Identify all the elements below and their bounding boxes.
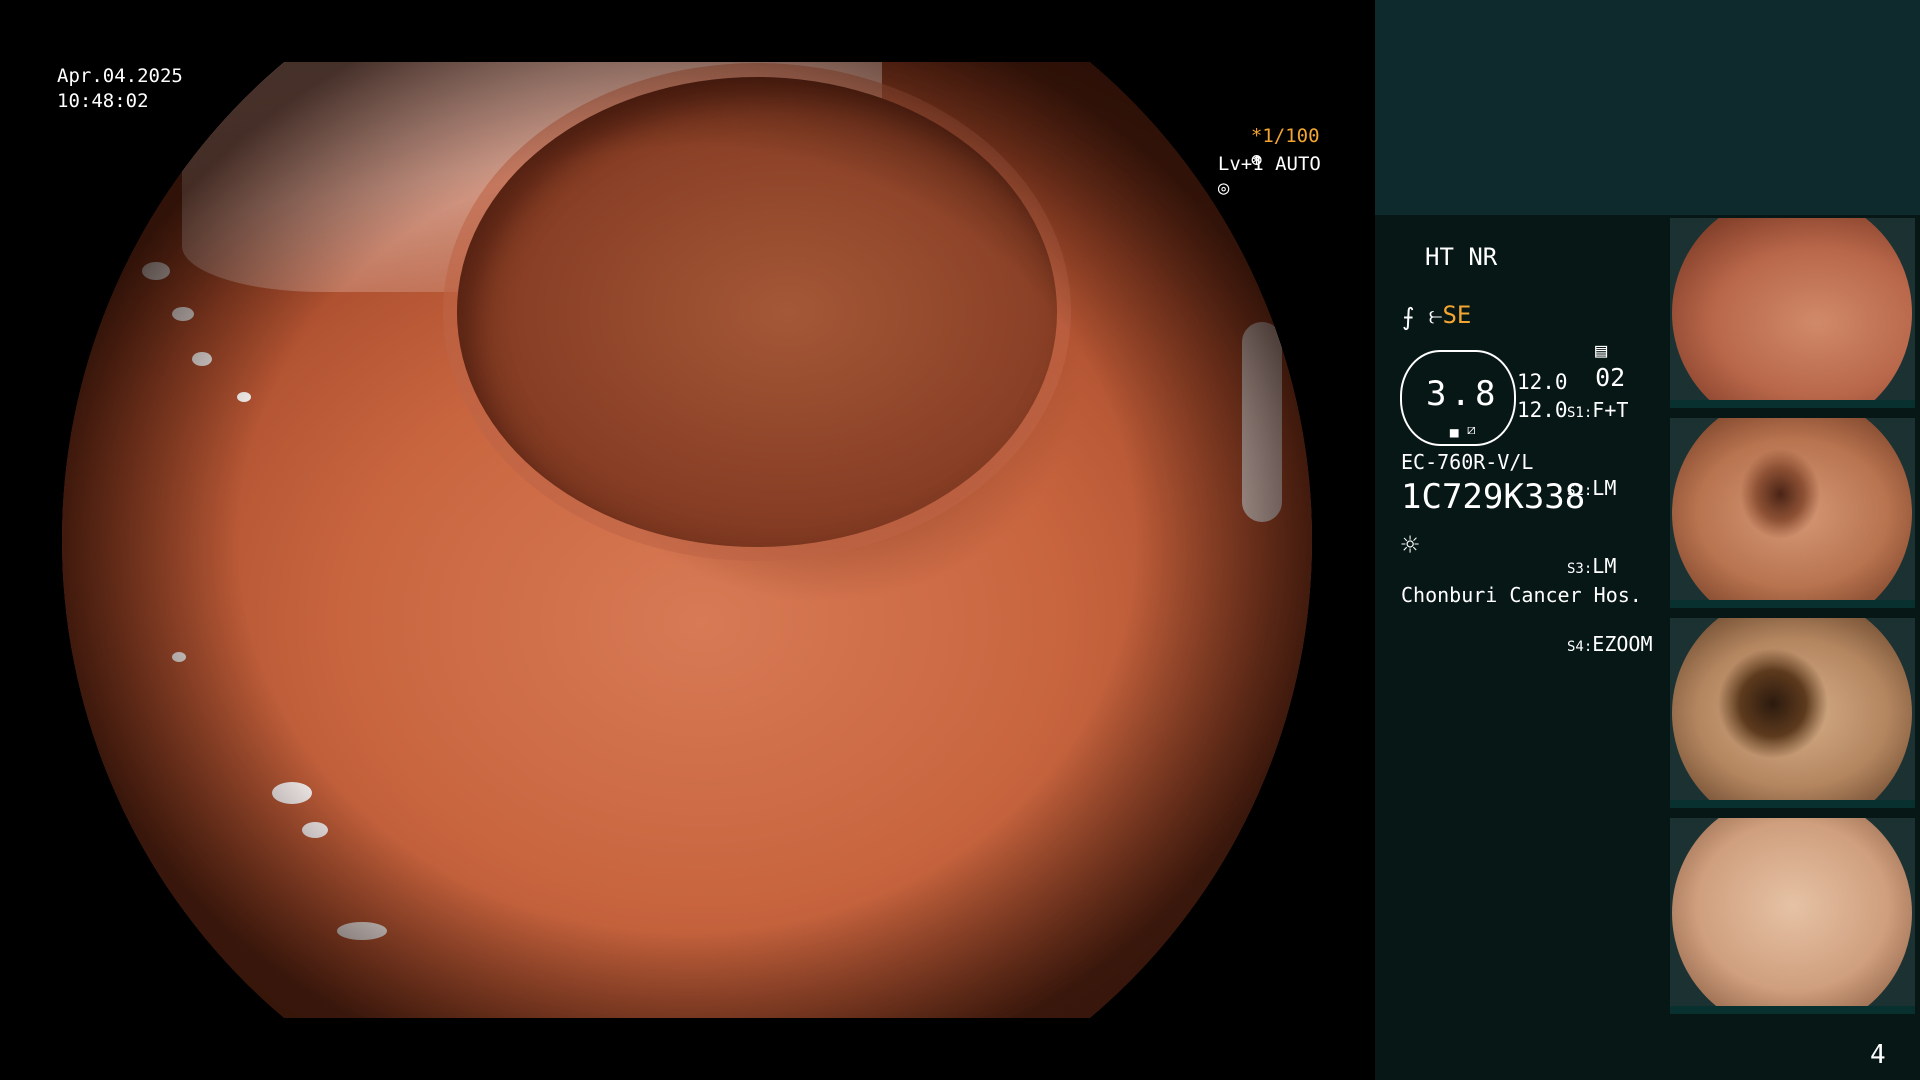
panel-header — [1375, 0, 1920, 215]
switch-value: EZOOM — [1592, 632, 1653, 656]
se-label: SE — [1442, 301, 1472, 329]
thumbnail-2[interactable] — [1670, 418, 1915, 608]
switch-s3: S3:LM — [1567, 554, 1653, 582]
switch-value: LM — [1592, 554, 1617, 578]
thumbnail-caption-bar — [1670, 600, 1915, 608]
zoom-bar-icon: ▄ ⧄ — [1450, 422, 1476, 438]
scope-model: EC-760R-V/L — [1401, 450, 1534, 474]
thumbnail-image — [1672, 418, 1912, 608]
page-number: 4 — [1870, 1040, 1886, 1070]
switch-s4: S4:EZOOM — [1567, 632, 1653, 660]
switch-key: S3: — [1567, 561, 1593, 577]
ht-nr-label: HT NR — [1425, 243, 1498, 271]
thumbnail-image — [1672, 618, 1912, 808]
thumbnail-image — [1672, 218, 1912, 408]
thumbnail-1[interactable] — [1670, 218, 1915, 408]
structure-enhance-icon: ⥼ — [1428, 301, 1443, 329]
switch-value: LM — [1592, 476, 1617, 500]
switch-key: S1: — [1567, 405, 1593, 421]
thumbnail-4[interactable] — [1670, 818, 1915, 1014]
level-readout: Lv+1 AUTO ◎ — [1195, 128, 1321, 200]
thumbnail-caption-bar — [1670, 1006, 1915, 1014]
thumbnail-caption-bar — [1670, 800, 1915, 808]
color-mode-icon: ⨍ — [1402, 303, 1415, 331]
scope-serial: 1C729K338 — [1401, 477, 1586, 517]
switch-value: F+T — [1592, 398, 1629, 422]
switch-key: S4: — [1567, 639, 1593, 655]
hospital-name: Chonburi Cancer Hos. — [1401, 583, 1642, 607]
endoscope-image — [62, 62, 1312, 1018]
level-a: 12.0 — [1517, 370, 1568, 394]
auto-iris-icon: ◎ — [1217, 177, 1230, 199]
time-readout: 10:48:02 — [57, 90, 149, 112]
zoom-value: 3.8 — [1426, 374, 1500, 414]
level-value: Lv+1 AUTO — [1217, 153, 1321, 175]
thumbnail-caption-bar — [1670, 400, 1915, 408]
date-readout: Apr.04.2025 — [57, 65, 183, 87]
switch-s1: S1:F+T — [1567, 398, 1653, 426]
light-source-icon: ☼ — [1401, 528, 1420, 563]
vignette — [62, 62, 1312, 1018]
level-b: 12.0 — [1517, 398, 1568, 422]
thumbnail-image — [1672, 818, 1912, 1014]
thumbnail-3[interactable] — [1670, 618, 1915, 808]
